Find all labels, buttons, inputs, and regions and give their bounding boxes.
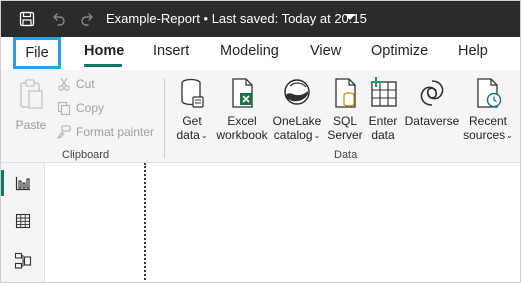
get-data-label-1: Get	[182, 114, 202, 128]
data-group-label: Data	[334, 149, 358, 161]
recent-label-2-text: sources	[463, 128, 506, 142]
model-view-icon	[14, 252, 32, 269]
document-title[interactable]: Example-Report • Last saved: Today at 20…	[106, 11, 367, 26]
dataverse-label: Dataverse	[404, 114, 460, 128]
format-painter-label: Format painter	[76, 125, 155, 139]
tab-view[interactable]: View	[310, 43, 341, 59]
ribbon-tabs: File Home Insert Modeling View Optimize …	[1, 37, 520, 70]
cut-button[interactable]: Cut	[57, 77, 95, 91]
enter-data-button[interactable]: Enter data	[365, 76, 401, 142]
table-view-button[interactable]	[1, 204, 45, 238]
chevron-down-icon: ⌄	[200, 131, 208, 140]
active-tab-indicator	[84, 64, 122, 67]
recent-sources-icon	[477, 78, 502, 108]
sql-server-icon	[335, 78, 356, 108]
enter-data-label-1: Enter	[368, 114, 398, 128]
title-bar: Example-Report • Last saved: Today at 20…	[1, 1, 520, 37]
report-view-button[interactable]	[1, 166, 45, 200]
excel-icon	[232, 78, 253, 108]
onelake-label-2: catalog⌄	[274, 128, 320, 143]
page-boundary	[144, 163, 146, 282]
onelake-label-1: OneLake	[272, 114, 322, 128]
tab-help[interactable]: Help	[458, 43, 488, 59]
clipboard-group-label: Clipboard	[62, 149, 110, 161]
enter-data-label-2: data	[371, 128, 395, 142]
scissors-icon	[58, 77, 70, 91]
tab-optimize[interactable]: Optimize	[371, 43, 428, 59]
format-painter-icon	[57, 125, 71, 139]
get-data-label-2: data⌄	[176, 128, 207, 143]
tab-modeling[interactable]: Modeling	[220, 43, 279, 59]
group-divider	[164, 78, 165, 158]
format-painter-button[interactable]: Format painter	[57, 125, 154, 139]
get-data-button[interactable]: Get data⌄	[172, 76, 212, 143]
paste-button[interactable]: Paste	[13, 78, 49, 132]
chevron-down-icon: ⌄	[506, 131, 513, 140]
save-icon[interactable]	[18, 10, 36, 28]
sql-server-button[interactable]: SQL Server	[327, 76, 363, 142]
copy-button[interactable]: Copy	[57, 101, 104, 115]
dataverse-button[interactable]: Dataverse	[403, 76, 461, 128]
app-window: Example-Report • Last saved: Today at 20…	[0, 0, 521, 283]
chevron-down-icon[interactable]	[345, 14, 355, 20]
chevron-down-icon: ⌄	[313, 131, 321, 140]
excel-label-1: Excel	[227, 114, 257, 128]
ribbon-home: Paste Cut Copy Format painter Clipboard …	[1, 70, 520, 163]
onelake-icon	[284, 79, 310, 105]
copy-icon	[57, 101, 71, 115]
tab-insert[interactable]: Insert	[153, 43, 189, 59]
tab-home[interactable]: Home	[84, 43, 124, 59]
get-data-label-2-text: data	[176, 128, 200, 142]
table-view-icon	[15, 213, 31, 229]
tab-file[interactable]: File	[13, 37, 61, 69]
excel-workbook-button[interactable]: Excel workbook	[213, 76, 271, 142]
onelake-catalog-button[interactable]: OneLake catalog⌄	[269, 76, 325, 143]
model-view-button[interactable]	[1, 244, 45, 278]
cut-label: Cut	[76, 77, 95, 91]
paste-label: Paste	[15, 118, 47, 132]
database-icon	[181, 78, 204, 108]
copy-label: Copy	[76, 101, 105, 115]
paste-icon	[20, 79, 43, 109]
table-plus-icon	[371, 77, 397, 107]
undo-icon[interactable]	[49, 10, 67, 28]
recent-sources-button[interactable]: Recent sources⌄	[461, 76, 515, 143]
report-canvas[interactable]	[46, 163, 520, 282]
dataverse-icon	[420, 80, 444, 106]
excel-label-2: workbook	[216, 128, 268, 142]
report-view-icon	[15, 177, 30, 191]
active-view-indicator	[1, 170, 4, 196]
sql-label-1: SQL	[332, 114, 357, 128]
view-rail	[1, 163, 45, 282]
onelake-label-2-text: catalog	[273, 128, 313, 142]
recent-label-2: sources⌄	[463, 128, 513, 143]
redo-icon[interactable]	[79, 10, 97, 28]
recent-label-1: Recent	[468, 114, 508, 128]
sql-label-2: Server	[327, 128, 363, 142]
